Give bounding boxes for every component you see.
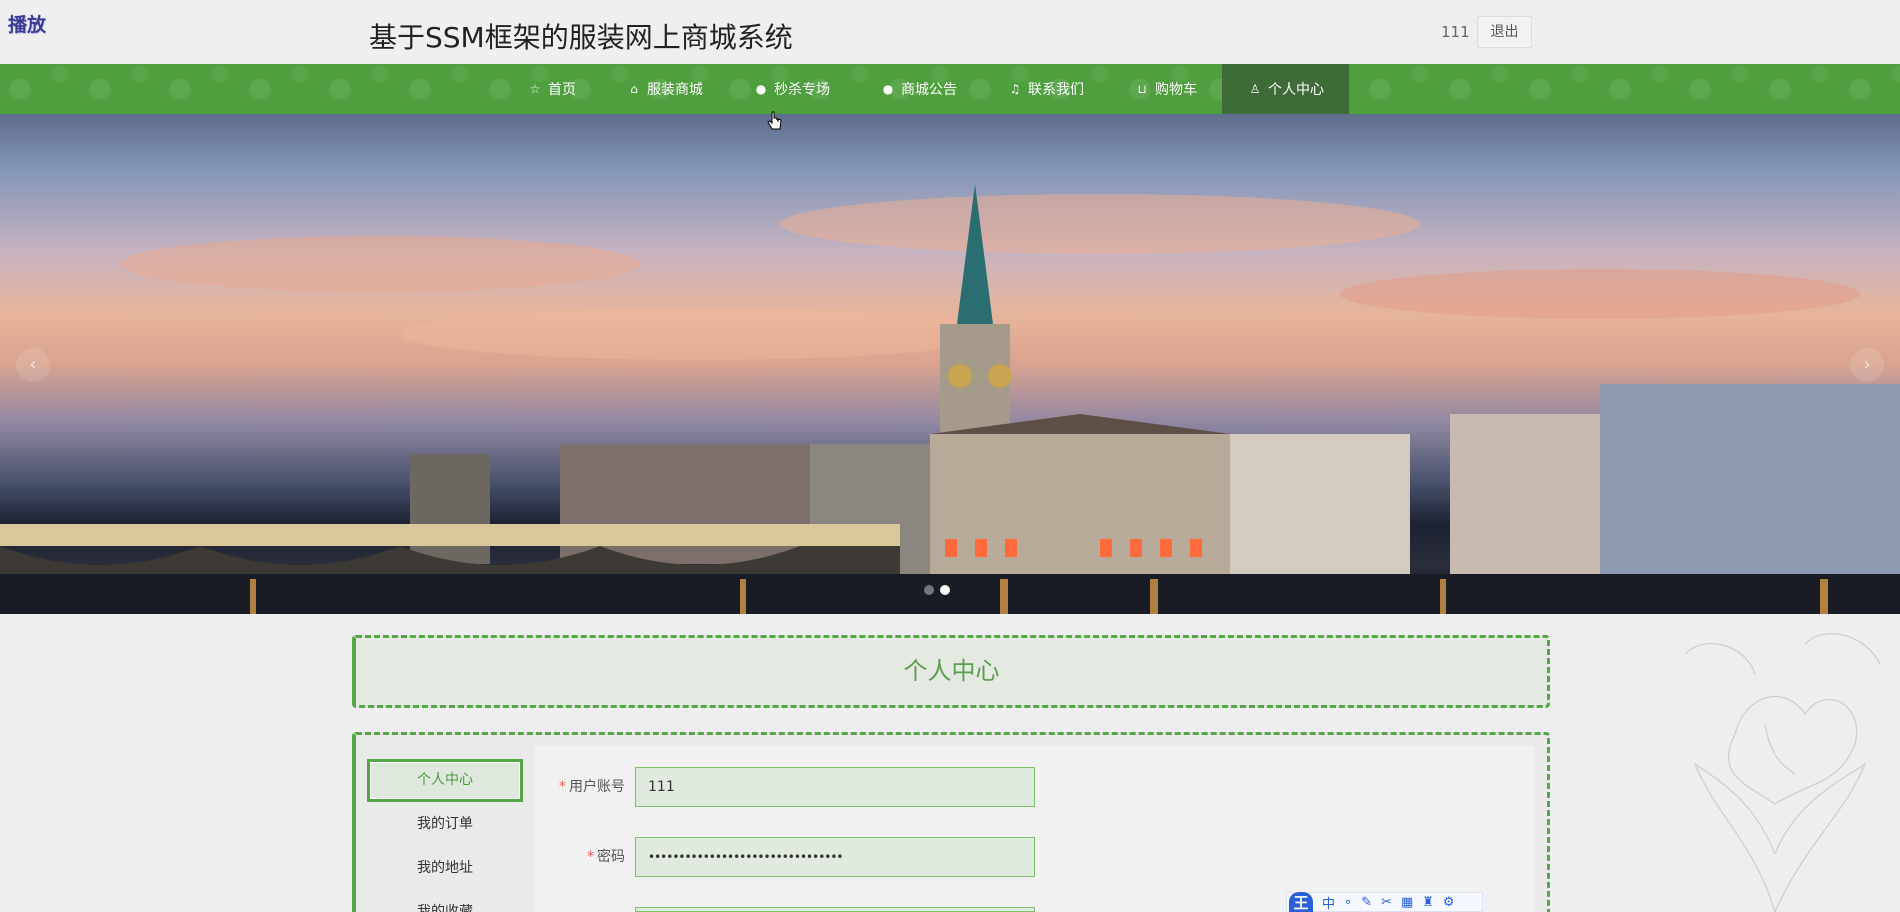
- info-icon: ●: [755, 82, 767, 96]
- star-icon: ☆: [529, 82, 541, 96]
- carousel-prev-button[interactable]: ‹: [16, 348, 50, 382]
- user-icon: ♙: [1249, 82, 1261, 96]
- account-input[interactable]: 111: [635, 767, 1035, 807]
- nav-item-label: 秒杀专场: [774, 82, 830, 98]
- next-input[interactable]: [635, 907, 1035, 912]
- help-icon: ●: [882, 82, 894, 96]
- nav-item-announcements[interactable]: ● 商城公告: [855, 64, 982, 114]
- password-label-text: 密码: [597, 849, 625, 865]
- nav-item-label: 首页: [548, 82, 576, 98]
- account-label-text: 用户账号: [569, 779, 625, 795]
- carousel-dots: [924, 585, 950, 595]
- required-mark: *: [559, 779, 566, 795]
- hand-cursor-icon: [767, 111, 782, 130]
- account-row: * 用户账号 111: [535, 767, 1335, 807]
- site-title: 基于SSM框架的服装网上商城系统: [369, 21, 793, 54]
- profile-form: * 用户账号 111 * 密码 ••••••••••••••••••••••••••…: [535, 746, 1535, 912]
- ime-toolbar: 王 中 ∘ ✎ ✂ ▦ ♜ ⚙: [1286, 892, 1483, 912]
- nav-items: ☆ 首页 ⌂ 服装商城 ● 秒杀专场 ● 商城公告 ♫ 联系我们 ⊔ 购物车 ♙…: [502, 64, 1349, 114]
- side-item-profile[interactable]: 个人中心: [367, 759, 523, 802]
- banner-image: [0, 184, 1900, 614]
- account-label: * 用户账号: [535, 767, 625, 807]
- nav-item-label: 商城公告: [901, 82, 957, 98]
- current-username: 111: [1441, 23, 1470, 41]
- gear-icon[interactable]: ⚙: [1443, 895, 1455, 910]
- page-title: 个人中心: [903, 657, 1000, 685]
- side-item-favorites[interactable]: 我的收藏: [367, 890, 523, 912]
- next-row: [535, 907, 1335, 912]
- password-row: * 密码 ••••••••••••••••••••••••••••••••: [535, 837, 1335, 877]
- side-item-addresses[interactable]: 我的地址: [367, 846, 523, 890]
- carousel-next-button[interactable]: ›: [1850, 348, 1884, 382]
- main-nav: ☆ 首页 ⌂ 服装商城 ● 秒杀专场 ● 商城公告 ♫ 联系我们 ⊔ 购物车 ♙…: [0, 64, 1900, 114]
- profile-side-menu: 个人中心 我的订单 我的地址 我的收藏: [367, 759, 523, 912]
- nav-item-label: 购物车: [1155, 82, 1197, 98]
- shirt-icon[interactable]: ♜: [1422, 895, 1434, 910]
- nav-item-flash-sale[interactable]: ● 秒杀专场: [728, 64, 855, 114]
- pen-icon[interactable]: ✎: [1361, 895, 1372, 910]
- headset-icon: ♫: [1009, 82, 1021, 96]
- side-item-orders[interactable]: 我的订单: [367, 802, 523, 846]
- ime-logo[interactable]: 王: [1289, 892, 1313, 912]
- scissors-icon[interactable]: ✂: [1381, 895, 1392, 910]
- nav-item-shop[interactable]: ⌂ 服装商城: [601, 64, 728, 114]
- nav-item-label: 服装商城: [647, 82, 703, 98]
- nav-item-home[interactable]: ☆ 首页: [502, 64, 601, 114]
- carousel-dot-active[interactable]: [940, 585, 950, 595]
- nav-item-profile[interactable]: ♙ 个人中心: [1222, 64, 1349, 114]
- carousel-dot[interactable]: [924, 585, 934, 595]
- nav-item-label: 个人中心: [1268, 82, 1324, 98]
- top-header: 播放 基于SSM框架的服装网上商城系统 111 退出: [0, 0, 1900, 64]
- keyboard-icon[interactable]: ▦: [1401, 895, 1413, 910]
- play-badge: 播放: [8, 14, 47, 36]
- cart-icon: ⊔: [1137, 82, 1147, 96]
- flower-watermark-icon: [1684, 633, 1881, 912]
- bag-icon: ⌂: [630, 82, 638, 96]
- password-label: * 密码: [535, 837, 625, 877]
- required-mark: *: [587, 849, 594, 865]
- banner-carousel[interactable]: ‹ ›: [0, 114, 1900, 614]
- password-input[interactable]: ••••••••••••••••••••••••••••••••: [635, 837, 1035, 877]
- ime-mode-toggle[interactable]: 中: [1322, 893, 1335, 912]
- nav-item-contact[interactable]: ♫ 联系我们: [982, 64, 1109, 114]
- dots-icon[interactable]: ∘: [1344, 895, 1352, 910]
- page-title-panel: 个人中心: [352, 635, 1550, 708]
- nav-item-cart[interactable]: ⊔ 购物车: [1109, 64, 1222, 114]
- nav-item-label: 联系我们: [1028, 82, 1084, 98]
- logout-button[interactable]: 退出: [1477, 16, 1532, 48]
